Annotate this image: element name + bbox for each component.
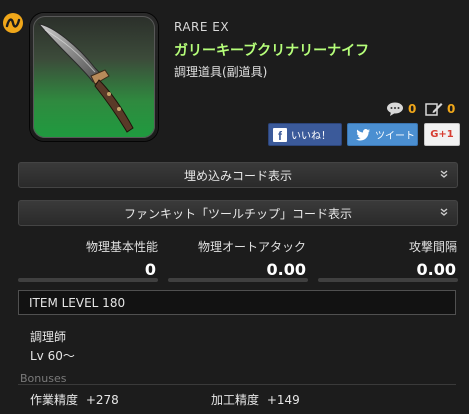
review-counter[interactable]: 0 bbox=[425, 102, 455, 116]
bonus-name: 加工精度 bbox=[211, 393, 260, 407]
stat-label-delay: 攻撃間隔 bbox=[409, 240, 458, 254]
fankit-code-label: ファンキット「ツールチップ」コード表示 bbox=[123, 206, 352, 221]
job-level: Lv 60～ bbox=[30, 349, 75, 363]
knife-icon bbox=[37, 23, 134, 133]
chevron-down-icon bbox=[440, 208, 448, 216]
bonus-item: 作業精度 +278 bbox=[30, 391, 119, 408]
comment-counter[interactable]: 0 bbox=[386, 102, 416, 116]
stat-label-auto-attack: 物理オートアタック bbox=[198, 240, 307, 254]
tweet-button[interactable]: ツイート bbox=[347, 123, 418, 146]
item-name: ガリーキーブクリナリーナイフ bbox=[174, 43, 370, 59]
embed-code-toggle[interactable]: 埋め込みコード表示 bbox=[18, 162, 458, 188]
bonus-item: 加工精度 +149 bbox=[211, 391, 300, 408]
bonus-name: 作業精度 bbox=[30, 393, 79, 407]
twitter-bird-icon bbox=[356, 128, 370, 140]
item-level-box: ITEM LEVEL 180 bbox=[18, 290, 456, 315]
item-icon bbox=[33, 16, 155, 138]
bonus-value: +278 bbox=[85, 393, 119, 407]
tweet-label: ツイート bbox=[375, 131, 415, 142]
comment-icon bbox=[387, 102, 403, 116]
item-rarity: RARE EX bbox=[174, 20, 230, 34]
logo-icon bbox=[3, 13, 23, 33]
google-plus-button[interactable]: G+1 bbox=[424, 123, 460, 146]
item-category: 調理道具(副道具) bbox=[174, 65, 268, 79]
facebook-like-button[interactable]: f いいね！ bbox=[268, 123, 342, 146]
facebook-like-label: いいね！ bbox=[291, 131, 331, 142]
google-plus-label: G+1 bbox=[430, 129, 454, 140]
chevron-down-icon bbox=[440, 170, 448, 178]
embed-code-label: 埋め込みコード表示 bbox=[183, 168, 292, 183]
stat-value-physical-damage: 0 bbox=[144, 260, 156, 279]
job-name: 調理師 bbox=[30, 330, 67, 344]
divider bbox=[18, 384, 456, 385]
stat-label-physical-damage: 物理基本性能 bbox=[86, 240, 159, 254]
stat-bar bbox=[318, 278, 458, 282]
stat-value-auto-attack: 0.00 bbox=[266, 260, 306, 279]
stat-bar bbox=[18, 278, 158, 282]
stat-value-delay: 0.00 bbox=[416, 260, 456, 279]
comment-count: 0 bbox=[408, 102, 417, 116]
review-count: 0 bbox=[447, 102, 456, 116]
item-icon-frame bbox=[30, 13, 158, 141]
facebook-icon: f bbox=[273, 127, 287, 143]
bonus-value: +149 bbox=[266, 393, 300, 407]
edit-icon bbox=[425, 103, 443, 116]
item-level: ITEM LEVEL 180 bbox=[29, 295, 126, 310]
stat-bar bbox=[168, 278, 308, 282]
fankit-code-toggle[interactable]: ファンキット「ツールチップ」コード表示 bbox=[18, 200, 458, 226]
